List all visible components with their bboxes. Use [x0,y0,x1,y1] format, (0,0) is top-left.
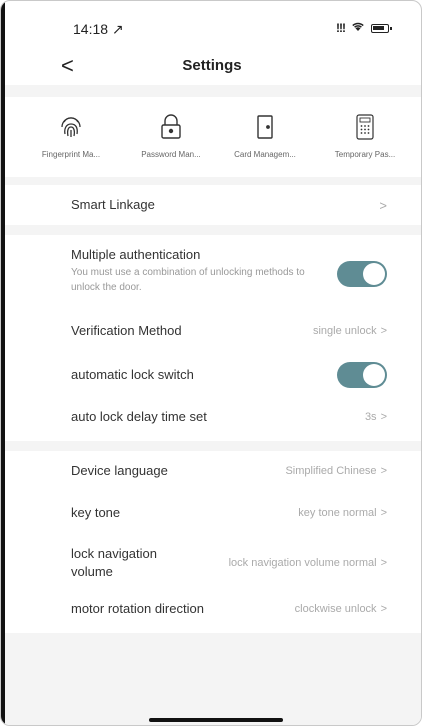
motor-direction-label: motor rotation direction [71,601,204,616]
feature-fingerprint[interactable]: Fingerprint Ma... [23,113,119,159]
key-tone-row[interactable]: key tone key tone normal > [1,495,421,535]
verification-method-label: Verification Method [71,323,182,338]
verification-method-value: single unlock > [312,325,387,337]
feature-password[interactable]: Password Man... [123,113,219,159]
feature-label: Card Managem... [234,150,296,159]
chevron-right-icon: > [380,411,387,423]
status-icons: !!! [336,21,392,35]
wifi-icon [351,21,365,35]
battery-icon [371,23,392,33]
section-divider [1,85,421,97]
status-bar: 14:18 ↗ !!! [1,1,421,47]
lock-navigation-volume-value: lock navigation volume normal > [228,557,387,569]
multiple-auth-label: Multiple authentication [71,247,201,262]
toggle-knob [363,364,385,386]
auto-lock-label: automatic lock switch [71,367,194,382]
feature-temporary-password[interactable]: Temporary Pas... [317,113,413,159]
card-door-icon [217,113,313,141]
multiple-auth-description: You must use a combination of unlocking … [71,267,305,293]
smart-linkage-label: Smart Linkage [71,197,155,212]
toggle-knob [363,263,385,285]
feature-label: Password Man... [141,150,201,159]
auto-lock-toggle[interactable] [337,362,387,388]
motor-direction-value: clockwise unlock > [294,603,387,615]
chevron-right-icon: > [380,507,387,519]
chevron-right-icon: > [380,325,387,337]
phone-frame: 14:18 ↗ !!! < Settings Fingerprint Ma... [0,0,422,726]
section-divider [1,225,421,235]
status-time: 14:18 ↗ [73,21,124,37]
auto-lock-delay-row[interactable]: auto lock delay time set 3s > [1,397,421,437]
nav-bar: < Settings [1,47,421,85]
auto-lock-row: automatic lock switch [1,355,421,395]
lock-navigation-volume-row[interactable]: lock navigation volume lock navigation v… [1,539,421,589]
fingerprint-icon [23,113,119,141]
multiple-auth-toggle[interactable] [337,261,387,287]
chevron-right-icon: > [380,465,387,477]
device-language-row[interactable]: Device language Simplified Chinese > [1,453,421,493]
chevron-right-icon: > [380,557,387,569]
device-language-label: Device language [71,463,168,478]
feature-shortcuts: Fingerprint Ma... Password Man... Card M… [1,97,421,177]
home-indicator[interactable] [149,718,283,722]
chevron-right-icon: > [379,198,387,213]
key-tone-label: key tone [71,505,121,520]
feature-label: Temporary Pas... [334,150,396,159]
auto-lock-delay-label: auto lock delay time set [71,409,207,424]
key-tone-value: key tone normal > [298,507,387,519]
bottom-area [1,633,421,725]
padlock-icon [123,113,219,141]
page-title: Settings [182,57,242,74]
chevron-right-icon: > [380,603,387,615]
keypad-icon [317,113,413,141]
section-divider [1,177,421,185]
feature-card[interactable]: Card Managem... [217,113,313,159]
section-divider [1,441,421,451]
auto-lock-delay-value: 3s > [364,411,387,423]
motor-direction-row[interactable]: motor rotation direction clockwise unloc… [1,591,421,631]
smart-linkage-row[interactable]: Smart Linkage > [1,185,421,225]
device-language-value: Simplified Chinese > [285,465,387,477]
verification-method-row[interactable]: Verification Method single unlock > [1,311,421,351]
lock-navigation-volume-label: lock navigation volume [71,546,157,579]
feature-label: Fingerprint Ma... [41,150,101,159]
multiple-auth-row: Multiple authentication You must use a c… [1,235,421,311]
signal-icon: !!! [336,21,346,35]
